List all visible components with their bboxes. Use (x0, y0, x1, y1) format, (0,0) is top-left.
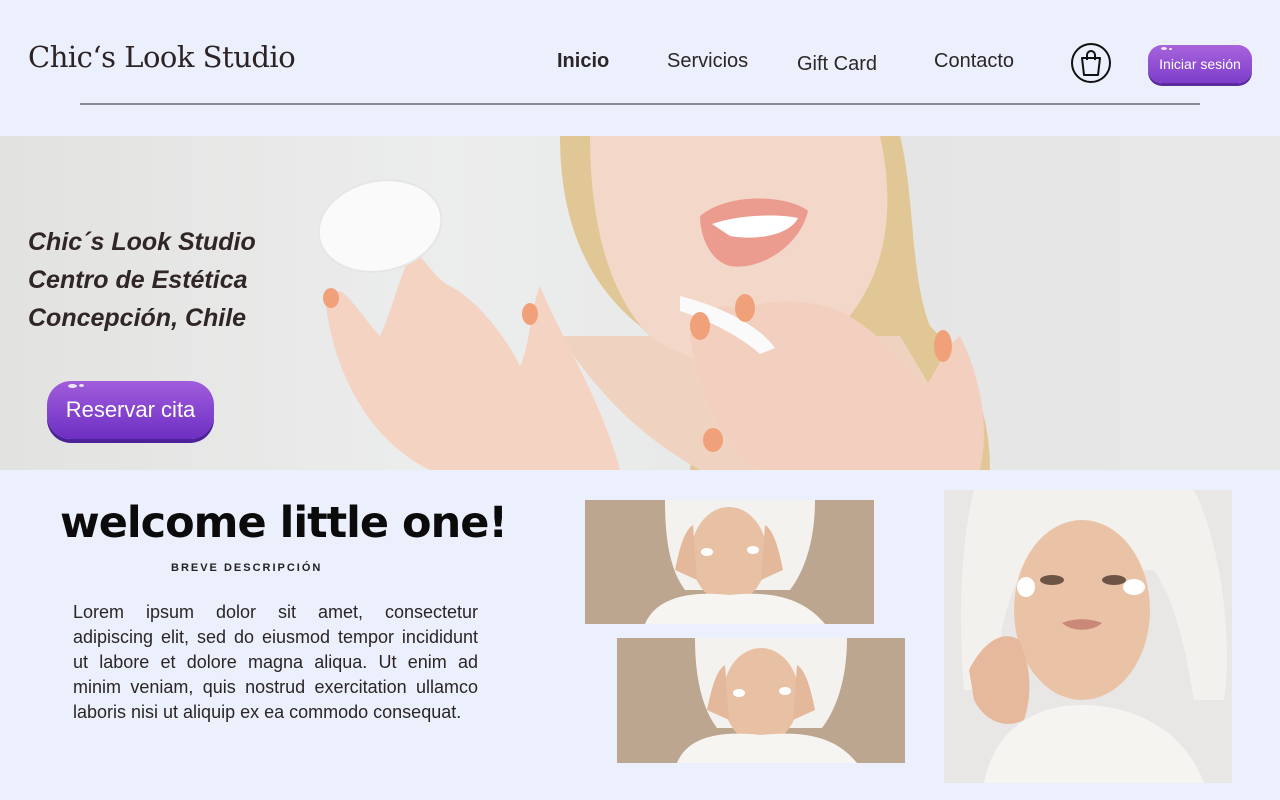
site-logo[interactable]: Chic‘s Look Studio (28, 40, 296, 74)
nav-servicios[interactable]: Servicios (667, 50, 748, 73)
login-label: Iniciar sesión (1159, 56, 1241, 72)
nav-contacto[interactable]: Contacto (934, 50, 1014, 73)
woman-towel-photo (645, 500, 825, 624)
cart-button[interactable] (1071, 43, 1111, 83)
button-shine (68, 384, 77, 388)
hero-line-studio: Chic´s Look Studio (28, 228, 256, 256)
section-subtitle: BREVE DESCRIPCIÓN (171, 562, 323, 574)
hero-line-center: Centro de Estética (28, 266, 248, 294)
welcome-title: welcome little one! (60, 498, 508, 548)
intro-description: Lorem ipsum dolor sit amet, consectetur … (73, 602, 478, 722)
book-appointment-button[interactable]: Reservar cita (47, 381, 214, 439)
login-button[interactable]: Iniciar sesión (1148, 45, 1252, 83)
woman-towel-portrait (961, 490, 1227, 783)
gallery-photo-large (944, 490, 1232, 783)
woman-towel-photo (677, 638, 857, 763)
hero-line-location: Concepción, Chile (28, 304, 247, 332)
nav-gift-card[interactable]: Gift Card (797, 53, 877, 76)
gallery-photo-2 (617, 638, 905, 763)
nav-inicio[interactable]: Inicio (557, 50, 609, 73)
button-shine (79, 384, 84, 387)
shopping-bag-icon (1081, 50, 1101, 76)
header-divider (80, 103, 1200, 105)
book-appointment-label: Reservar cita (65, 397, 196, 422)
gallery-photo-1 (585, 500, 874, 624)
button-shine (1169, 48, 1172, 50)
button-shine (1161, 47, 1167, 50)
